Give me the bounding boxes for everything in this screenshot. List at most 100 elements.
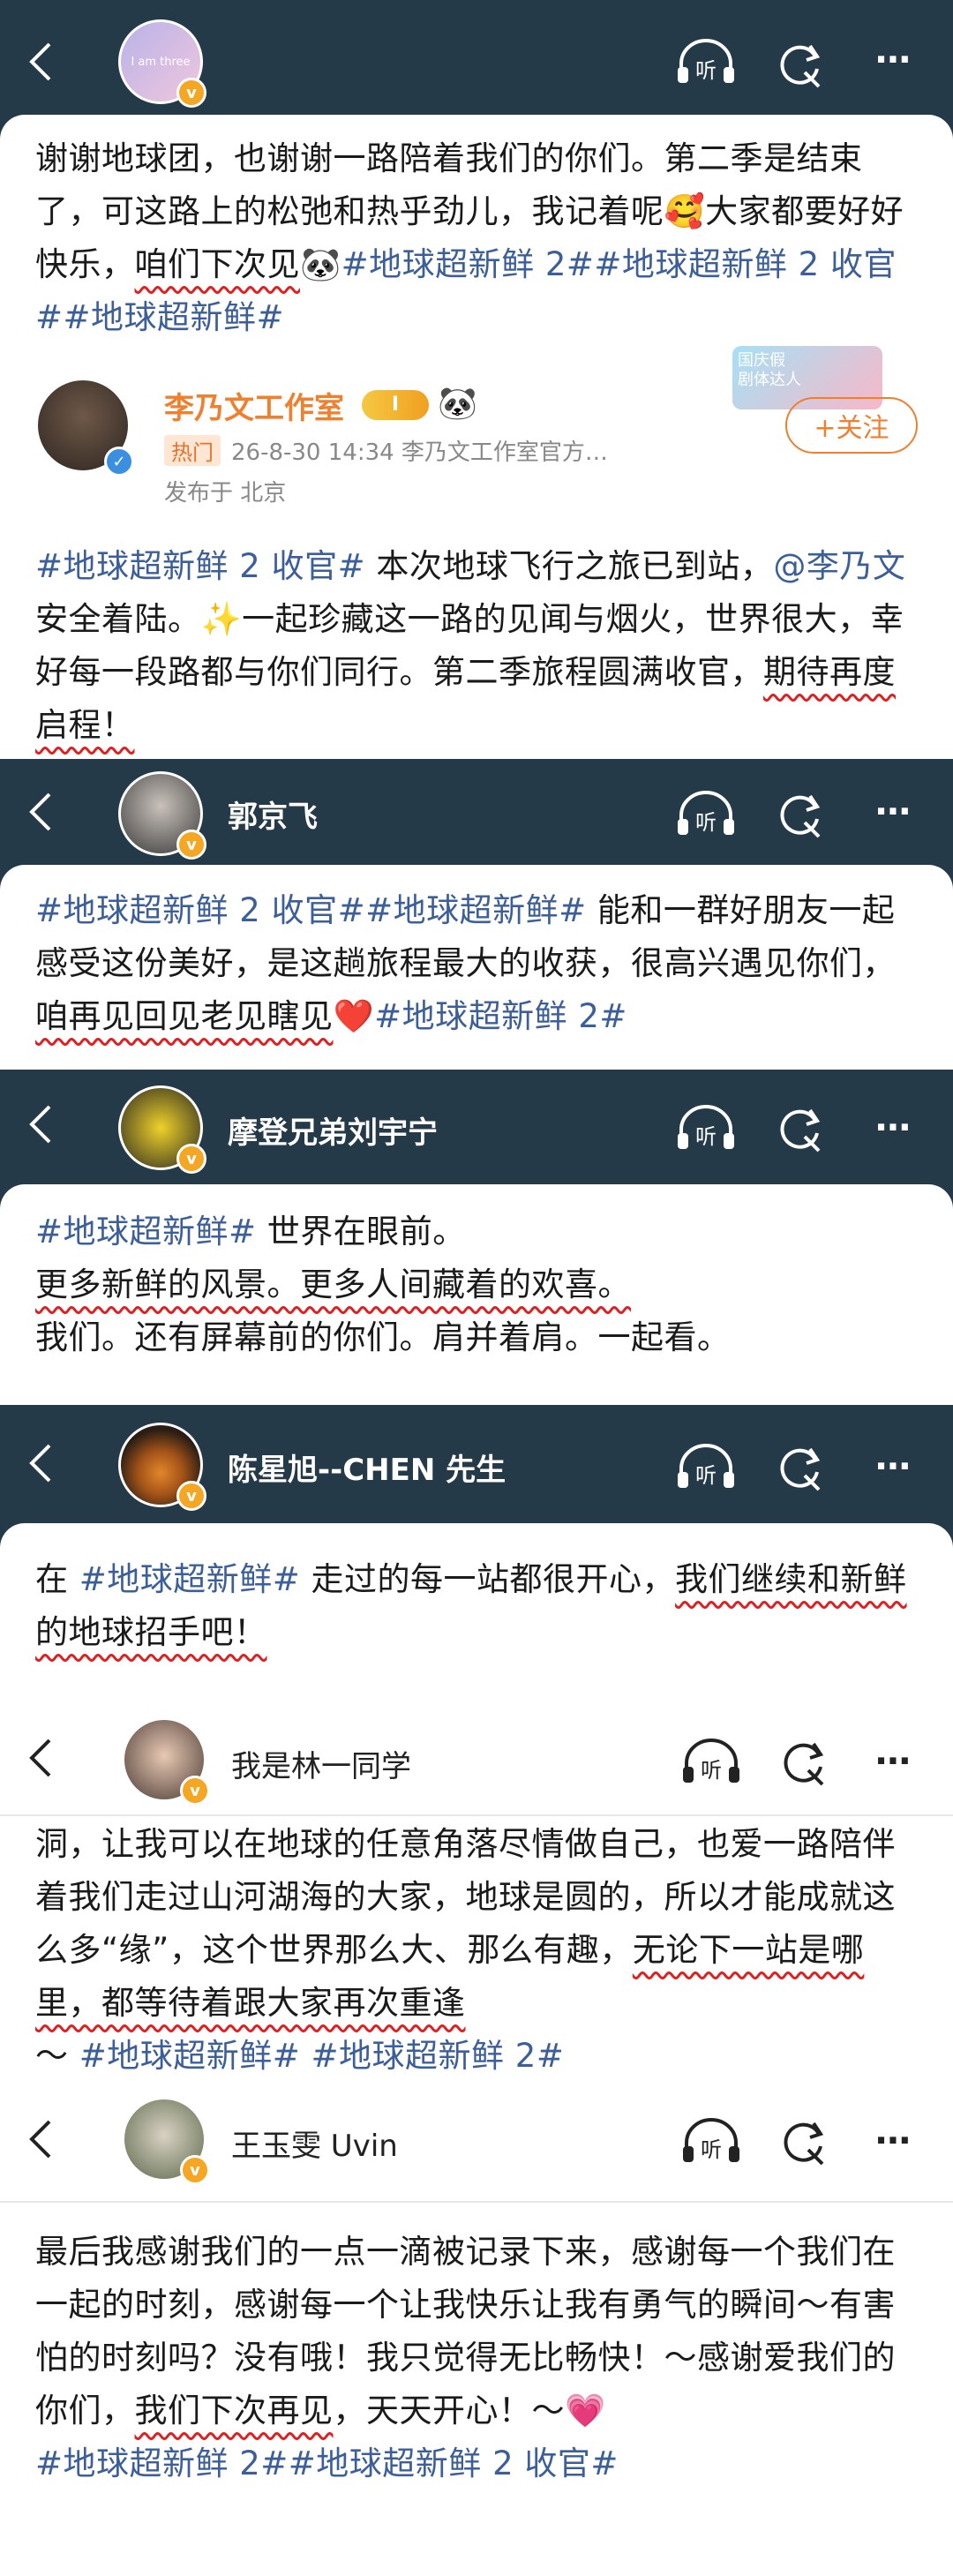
svg-text:听: 听: [701, 2137, 722, 2162]
hot-badge: 热门: [164, 435, 221, 466]
avatar[interactable]: v: [118, 1085, 206, 1174]
more-button[interactable]: ⋯: [865, 1741, 921, 1782]
back-chevron-icon: [29, 1444, 51, 1483]
refresh-icon: [780, 1108, 821, 1153]
svg-text:听: 听: [695, 1124, 717, 1149]
refresh-icon: [780, 794, 821, 838]
avatar[interactable]: v: [122, 1717, 210, 1806]
underlined-phrase: 我们下次再见: [134, 2392, 334, 2430]
hashtag-link[interactable]: #地球超新鲜#: [35, 1213, 257, 1250]
back-button[interactable]: [23, 35, 58, 88]
underlined-phrase: 咱们下次见: [134, 245, 300, 283]
more-button[interactable]: ⋯: [865, 792, 921, 832]
post-card: #地球超新鲜# 世界在眼前。 更多新鲜的风景。更多人间藏着的欢喜。 我们。还有屏幕前…: [0, 1184, 953, 1405]
refresh-icon: [784, 1742, 824, 1786]
hashtag-link[interactable]: #地球超新鲜 2 收官#: [35, 547, 365, 585]
refresh-icon: [784, 2122, 824, 2166]
verified-badge-icon: ✓: [104, 447, 134, 477]
divider: [0, 2201, 953, 2203]
post-section-chen: v 陈星旭--CHEN 先生 听 ⋯ 在 #地球超新鲜# 走过的每一站都很开心，…: [0, 1405, 953, 1705]
hashtag-link[interactable]: #地球超新鲜# #地球超新鲜 2#: [79, 2037, 565, 2075]
panda-icon: 🐼: [438, 386, 477, 422]
more-button[interactable]: ⋯: [865, 2121, 921, 2161]
back-button[interactable]: [23, 2113, 58, 2166]
post-text: 在 #地球超新鲜# 走过的每一站都很开心，我们继续和新鲜的地球招手吧！: [35, 1560, 907, 1651]
sparkles-emoji: ✨: [200, 600, 243, 638]
post-card: #地球超新鲜 2 收官##地球超新鲜# 能和一群好朋友一起感受这份美好，是这趟旅…: [0, 865, 953, 1070]
mention-link[interactable]: @李乃文: [773, 547, 905, 585]
more-button[interactable]: ⋯: [865, 40, 921, 80]
avatar[interactable]: v: [118, 771, 206, 860]
back-button[interactable]: [23, 1731, 58, 1784]
underlined-phrase: 更多新鲜的风景。更多人间藏着的欢喜。: [35, 1265, 631, 1303]
studio-avatar[interactable]: ✓: [35, 378, 134, 477]
more-button[interactable]: ⋯: [865, 1446, 921, 1487]
post-text-studio: #地球超新鲜 2 收官# 本次地球飞行之旅已到站，@李乃文 安全着陆。✨一起珍藏…: [35, 547, 906, 744]
back-chevron-icon: [29, 42, 51, 81]
back-button[interactable]: [23, 1098, 58, 1151]
listen-button[interactable]: 听: [676, 2114, 747, 2167]
headphones-icon: 听: [678, 1444, 734, 1488]
listen-button[interactable]: 听: [671, 1440, 741, 1493]
username[interactable]: 我是林一同学: [231, 1742, 411, 1785]
listen-button[interactable]: 听: [671, 1101, 741, 1154]
avatar[interactable]: v: [122, 2097, 210, 2185]
top-bar: v 郭京飞 听 ⋯: [0, 759, 953, 865]
hashtag-link[interactable]: #地球超新鲜#: [365, 891, 587, 929]
divider: [0, 1814, 953, 1816]
verified-badge-icon: v: [180, 2155, 210, 2185]
listen-button[interactable]: 听: [671, 35, 741, 88]
back-button[interactable]: [23, 1437, 58, 1490]
post-meta: 热门 26-8-30 14:34 李乃文工作室官方…: [164, 434, 608, 467]
refresh-button[interactable]: [771, 1101, 828, 1154]
panda-emoji: 🐼: [300, 245, 341, 283]
refresh-button[interactable]: [775, 1735, 831, 1788]
refresh-button[interactable]: [771, 37, 828, 90]
username[interactable]: 王玉雯 Uvin: [231, 2122, 398, 2165]
top-bar: v 我是林一同学 听 ⋯: [0, 1705, 953, 1814]
verified-badge-icon: v: [176, 1144, 206, 1174]
headphones-icon: 听: [678, 791, 734, 835]
refresh-button[interactable]: [775, 2114, 831, 2167]
back-button[interactable]: [23, 785, 58, 838]
back-chevron-icon: [29, 2120, 51, 2159]
hashtag-link[interactable]: #地球超新鲜#: [79, 1560, 301, 1598]
headphones-icon: 听: [678, 1105, 734, 1149]
svg-text:听: 听: [695, 810, 717, 835]
follow-button[interactable]: +关注: [785, 397, 918, 454]
more-button[interactable]: ⋯: [865, 1108, 921, 1148]
studio-name[interactable]: 李乃文工作室: [164, 384, 344, 427]
refresh-button[interactable]: [771, 787, 828, 840]
hashtag-link[interactable]: #地球超新鲜 2#: [374, 997, 627, 1035]
listen-button[interactable]: 听: [676, 1735, 747, 1788]
avatar[interactable]: v: [118, 1423, 206, 1511]
back-chevron-icon: [29, 1739, 51, 1777]
post-text: 洞，让我可以在地球的任意角落尽情做自己，也爱一路陪伴着我们走过山河湖海的大家，地…: [35, 1825, 896, 2075]
post-location: 发布于 北京: [164, 480, 287, 507]
avatar[interactable]: I am three v: [118, 19, 206, 108]
post-section-studio: I am three v 听 ⋯ 谢谢地球团，也谢谢一路陪着我们的你们。第二季是…: [0, 0, 953, 759]
hashtag-link[interactable]: #地球超新鲜 2##地球超新鲜 2 收官#: [35, 2445, 619, 2482]
listen-button[interactable]: 听: [671, 787, 741, 840]
hashtag-link[interactable]: #地球超新鲜 2 收官#: [35, 891, 365, 929]
username[interactable]: 摩登兄弟刘宇宁: [228, 1108, 438, 1152]
heart-emoji: 💗: [565, 2392, 606, 2430]
headphones-icon: 听: [683, 1739, 739, 1783]
post-section-wang: v 王玉雯 Uvin 听 ⋯ 最后我感谢我们的一点一滴被记录下来，感谢每一个我们…: [0, 2076, 953, 2576]
username[interactable]: 陈星旭--CHEN 先生: [228, 1446, 506, 1489]
refresh-button[interactable]: [771, 1440, 828, 1493]
headphones-icon: 听: [678, 39, 734, 83]
post-text: #地球超新鲜 2 收官##地球超新鲜# 能和一群好朋友一起感受这份美好，是这趟旅…: [35, 891, 896, 1035]
verified-badge-icon: v: [176, 78, 206, 108]
post-section-liu: v 摩登兄弟刘宇宁 听 ⋯ #地球超新鲜# 世界在眼前。 更多新鲜的风景。更多人间…: [0, 1070, 953, 1405]
username[interactable]: 郭京飞: [228, 792, 318, 836]
headphones-icon: 听: [683, 2118, 739, 2162]
post-card-studio: 谢谢地球团，也谢谢一路陪着我们的你们。第二季是结束了，可这路上的松弛和热乎劲儿，…: [0, 115, 953, 759]
top-bar: v 王玉雯 Uvin 听 ⋯: [0, 2076, 953, 2201]
member-badge: I: [362, 390, 429, 420]
back-chevron-icon: [29, 792, 51, 831]
post-card: 在 #地球超新鲜# 走过的每一站都很开心，我们继续和新鲜的地球招手吧！: [0, 1523, 953, 1705]
svg-text:听: 听: [695, 1463, 717, 1488]
post-text: 谢谢地球团，也谢谢一路陪着我们的你们。第二季是结束了，可这路上的松弛和热乎劲儿，…: [35, 139, 904, 336]
top-bar: I am three v 听 ⋯: [0, 0, 953, 124]
